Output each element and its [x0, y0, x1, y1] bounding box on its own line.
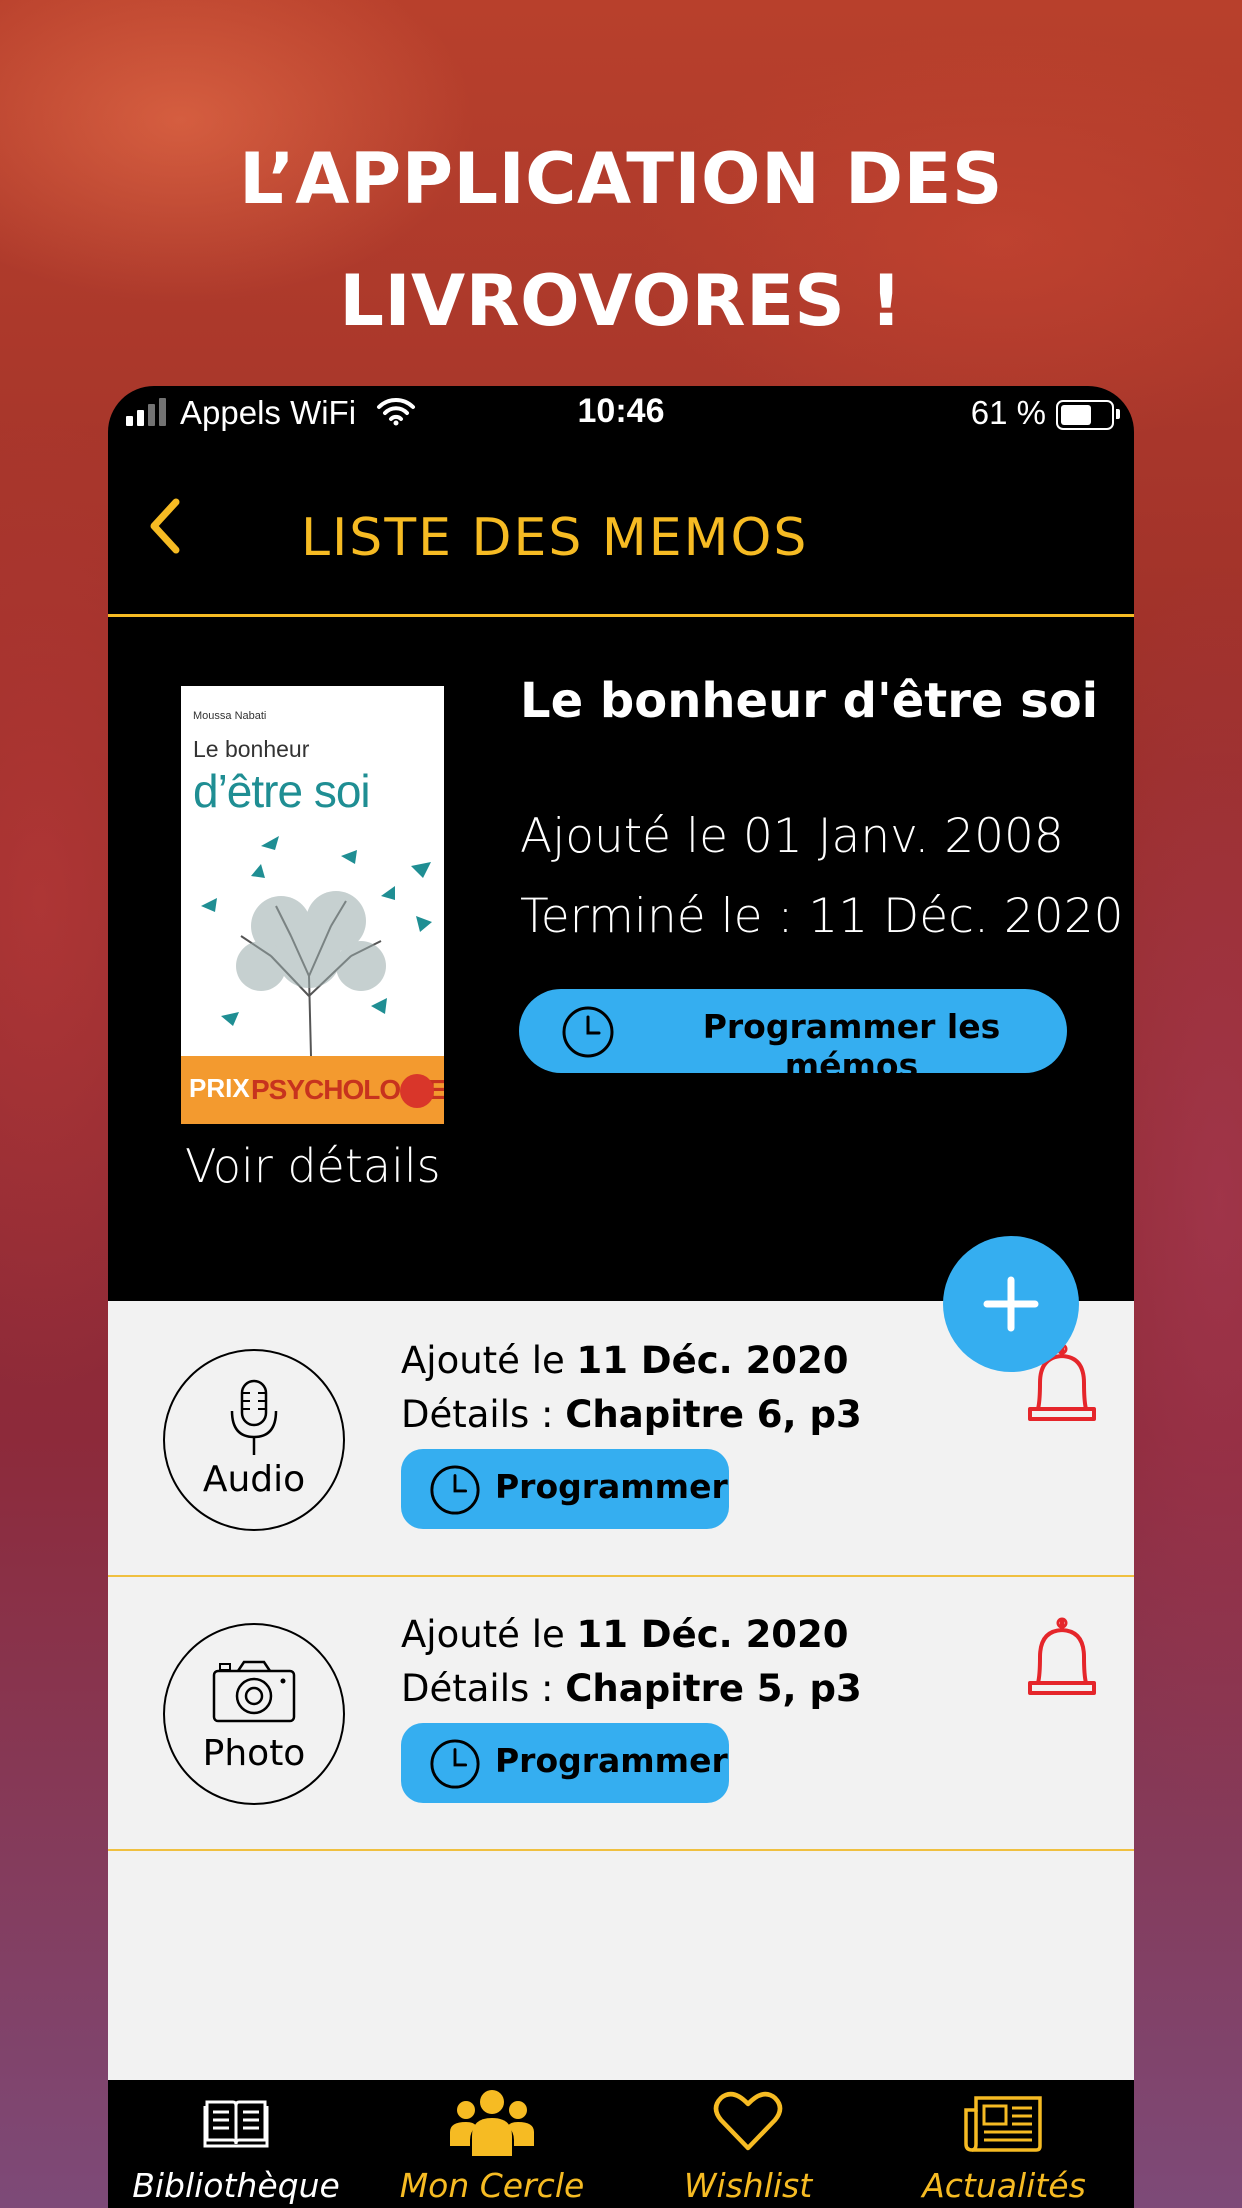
cover-tree-illustration	[201, 836, 432, 1057]
memo-list: Audio Ajouté le 11 Déc. 2020 Détails : C…	[108, 1301, 1134, 2080]
heart-icon	[713, 2091, 783, 2151]
nav-bar: LISTE DES MEMOS	[108, 440, 1134, 617]
book-cover-image[interactable]: Moussa Nabati Le bonheur d’être soi PRIX…	[181, 686, 444, 1124]
tab-label: Mon Cercle	[399, 2166, 585, 2205]
group-icon	[450, 2090, 534, 2156]
memo-details-value: Chapitre 6, p3	[565, 1393, 862, 1436]
chevron-left-icon[interactable]	[146, 496, 186, 556]
tab-bar: Bibliothèque Mon Cercle Wishlist Actuali…	[108, 2080, 1134, 2208]
memo-details-line: Détails : Chapitre 6, p3	[401, 1393, 862, 1436]
memo-added-prefix: Ajouté le	[401, 1613, 577, 1656]
phone-screen: Appels WiFi 10:46 61 % LISTE DES MEMOS M…	[108, 386, 1134, 2208]
battery-icon	[1056, 400, 1120, 430]
schedule-memos-button[interactable]: Programmer les mémos	[519, 989, 1067, 1085]
book-finished-date: Terminé le : 11 Déc. 2020	[520, 889, 1124, 944]
book-added-date: Ajouté le 01 Janv. 2008	[520, 809, 1064, 864]
memo-added-prefix: Ajouté le	[401, 1339, 577, 1382]
memo-details-prefix: Détails :	[401, 1393, 566, 1436]
memo-item-photo[interactable]: Photo Ajouté le 11 Déc. 2020 Détails : C…	[108, 1575, 1134, 1851]
clock-icon	[430, 1739, 480, 1789]
memo-added-line: Ajouté le 11 Déc. 2020	[401, 1613, 849, 1656]
memo-type-badge: Audio	[163, 1349, 345, 1531]
tab-mon-cercle[interactable]: Mon Cercle	[364, 2080, 620, 2208]
schedule-memo-button[interactable]: Programmer	[401, 1449, 729, 1529]
add-memo-button[interactable]	[943, 1236, 1079, 1372]
tab-label: Bibliothèque	[132, 2166, 340, 2205]
schedule-memos-label: Programmer les mémos	[702, 1007, 1001, 1085]
memo-type-label: Audio	[202, 1459, 306, 1500]
book-icon	[203, 2100, 269, 2148]
cover-author: Moussa Nabati	[193, 710, 267, 722]
camera-icon	[212, 1660, 296, 1723]
see-details-link[interactable]: Voir détails	[185, 1139, 441, 1193]
memo-details-value: Chapitre 5, p3	[565, 1667, 862, 1710]
newspaper-icon	[964, 2096, 1042, 2152]
promo-headline: L’APPLICATION DES LIVROVORES !	[0, 118, 1242, 362]
microphone-icon	[230, 1379, 278, 1455]
tab-label: Wishlist	[683, 2166, 813, 2205]
tab-actualites[interactable]: Actualités	[876, 2080, 1132, 2208]
memo-details-prefix: Détails :	[401, 1667, 566, 1710]
plus-icon	[983, 1276, 1039, 1332]
memo-type-badge: Photo	[163, 1623, 345, 1805]
schedule-memo-label: Programmer	[495, 1467, 728, 1506]
book-title: Le bonheur d'être soi	[520, 673, 1099, 729]
memo-details-line: Détails : Chapitre 5, p3	[401, 1667, 862, 1710]
clock-icon	[562, 1006, 614, 1058]
page-title: LISTE DES MEMOS	[301, 508, 809, 568]
headline-line-1: L’APPLICATION DES	[239, 138, 1003, 220]
schedule-memo-button[interactable]: Programmer	[401, 1723, 729, 1803]
tab-label: Actualités	[922, 2166, 1086, 2205]
headline-line-2: LIVROVORES !	[339, 260, 903, 342]
status-bar: Appels WiFi 10:46 61 %	[108, 386, 1134, 440]
cover-title-1: Le bonheur	[193, 736, 310, 762]
tab-bibliotheque[interactable]: Bibliothèque	[108, 2080, 364, 2208]
battery-percent: 61 %	[970, 394, 1046, 431]
tab-wishlist[interactable]: Wishlist	[620, 2080, 876, 2208]
cover-publisher-seal	[400, 1074, 434, 1108]
schedule-memo-label: Programmer	[495, 1741, 728, 1780]
clock-icon	[430, 1465, 480, 1515]
cover-prix-label: PRIX	[189, 1073, 250, 1103]
memo-added-line: Ajouté le 11 Déc. 2020	[401, 1339, 849, 1382]
book-header: Moussa Nabati Le bonheur d’être soi PRIX…	[108, 617, 1134, 1301]
memo-added-date: 11 Déc. 2020	[576, 1339, 849, 1382]
bell-icon[interactable]	[1024, 1617, 1100, 1703]
memo-type-label: Photo	[202, 1733, 306, 1774]
memo-added-date: 11 Déc. 2020	[576, 1613, 849, 1656]
